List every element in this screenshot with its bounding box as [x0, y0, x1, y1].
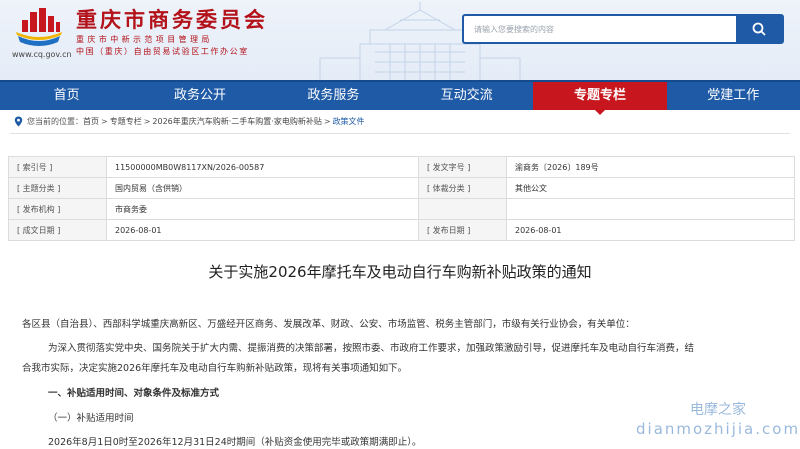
subsection-heading-1: （一）补贴适用时间 [48, 413, 134, 424]
nav-item-home[interactable]: 首页 [0, 82, 133, 110]
emblem-logo [16, 8, 62, 46]
meta-label-doc-number: [ 发文字号 ] [418, 156, 507, 178]
document-addressee: 各区县（自治县）、西部科学城重庆高新区、万盛经开区商务、发展改革、财政、公安、市… [22, 319, 635, 330]
search-icon [752, 22, 766, 36]
search-box [462, 14, 784, 44]
meta-value-index: 11500000MB0W8117XN/2026-00587 [106, 156, 419, 178]
nav-item-interaction[interactable]: 互动交流 [400, 82, 533, 110]
section-heading-1: 一、补贴适用时间、对象条件及标准方式 [48, 388, 220, 399]
nav-item-special-topics[interactable]: 专题专栏 [533, 82, 667, 115]
breadcrumb: 您当前的位置： 首页 > 专题专栏 > 2026年重庆汽车购新·二手车购置·家电… [14, 116, 365, 127]
meta-label-topic: [ 主题分类 ] [8, 177, 107, 199]
breadcrumb-policy-docs[interactable]: 政策文件 [333, 116, 365, 127]
site-domain: www.cq.gov.cn [12, 50, 72, 59]
breadcrumb-prefix: 您当前的位置： [27, 117, 83, 126]
nav-item-party-building[interactable]: 党建工作 [667, 82, 800, 110]
nav-item-gov-services[interactable]: 政务服务 [267, 82, 400, 110]
document-intro-line-2: 合我市实际，决定实施2026年摩托车及电动自行车购新补贴政策，现将有关事项通知如… [22, 363, 408, 374]
meta-value-publisher: 市商务委 [106, 198, 419, 220]
nav-item-gov-affairs[interactable]: 政务公开 [133, 82, 266, 110]
main-nav: 首页 政务公开 政务服务 互动交流 专题专栏 党建工作 [0, 80, 800, 115]
table-row: [ 发布机构 ] 市商务委 [8, 198, 795, 220]
site-header: 重庆市商务委员会 重庆市中新示范项目管理局 中国（重庆）自由贸易试验区工作办公室… [0, 0, 800, 80]
meta-label-publish-date: [ 发布日期 ] [418, 219, 507, 241]
breadcrumb-special-topics[interactable]: 专题专栏 [110, 116, 142, 127]
search-button[interactable] [736, 16, 782, 42]
watermark-en: dianmozhijia.com [636, 420, 800, 438]
breadcrumb-separator: > [101, 117, 108, 126]
meta-label-index: [ 索引号 ] [8, 156, 107, 178]
meta-value-doc-number: 渝商务〔2026〕189号 [506, 156, 795, 178]
meta-label-genre: [ 体裁分类 ] [418, 177, 507, 199]
meta-value-empty [506, 198, 795, 220]
table-row: [ 成文日期 ] 2026-08-01 [ 发布日期 ] 2026-08-01 [8, 219, 795, 241]
meta-value-written-date: 2026-08-01 [106, 219, 419, 241]
search-input[interactable] [464, 16, 734, 42]
document-intro-line-1: 为深入贯彻落实党中央、国务院关于扩大内需、提振消费的决策部署，按照市委、市政府工… [48, 343, 695, 354]
site-name: 重庆市商务委员会 [76, 8, 268, 32]
meta-label-written-date: [ 成文日期 ] [8, 219, 107, 241]
breadcrumb-subsidy-topic[interactable]: 2026年重庆汽车购新·二手车购置·家电购新补贴 [152, 116, 321, 127]
table-row: [ 索引号 ] 11500000MB0W8117XN/2026-00587 [ … [8, 156, 795, 178]
document-meta-table: [ 索引号 ] 11500000MB0W8117XN/2026-00587 [ … [8, 156, 795, 241]
meta-value-topic: 国内贸易（含供销） [106, 177, 419, 199]
meta-value-genre: 其他公文 [506, 177, 795, 199]
meta-value-publish-date: 2026-08-01 [506, 219, 795, 241]
breadcrumb-home[interactable]: 首页 [83, 116, 99, 127]
table-row: [ 主题分类 ] 国内贸易（含供销） [ 体裁分类 ] 其他公文 [8, 177, 795, 199]
document-title: 关于实施2026年摩托车及电动自行车购新补贴政策的通知 [208, 263, 592, 281]
site-subtitle-1: 重庆市中新示范项目管理局 [76, 35, 213, 44]
subsidy-period-text: 2026年8月1日0时至2026年12月31日24时期间（补贴资金使用完毕或政策… [48, 437, 422, 448]
meta-label-empty [418, 198, 507, 220]
breadcrumb-divider [10, 133, 790, 134]
breadcrumb-separator: > [143, 117, 151, 126]
watermark-cn: 电摩之家 [690, 402, 746, 418]
breadcrumb-separator: > [323, 117, 331, 126]
location-pin-icon [14, 116, 23, 127]
site-subtitle-2: 中国（重庆）自由贸易试验区工作办公室 [76, 47, 249, 56]
meta-label-publisher: [ 发布机构 ] [8, 198, 107, 220]
